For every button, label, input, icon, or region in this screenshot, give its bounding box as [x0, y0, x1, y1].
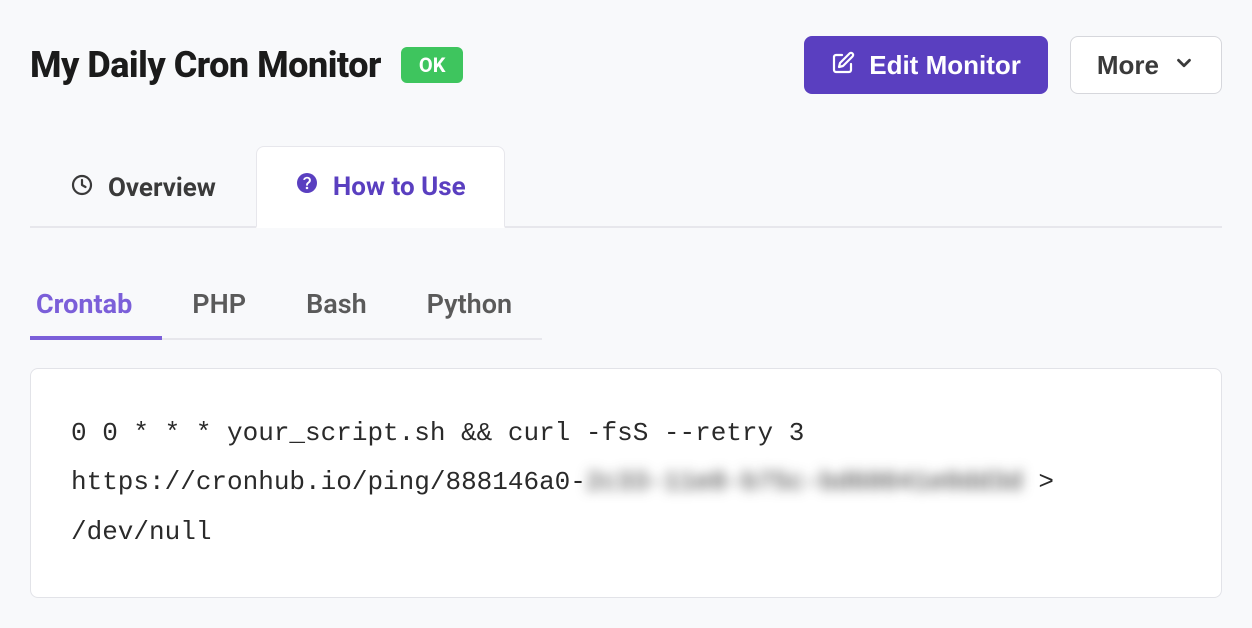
more-button[interactable]: More [1070, 36, 1222, 94]
title-group: My Daily Cron Monitor OK [30, 44, 463, 86]
tab-how-to-use[interactable]: How to Use [256, 146, 505, 228]
header-row: My Daily Cron Monitor OK Edit Monitor Mo… [30, 36, 1222, 94]
edit-monitor-button[interactable]: Edit Monitor [804, 36, 1048, 94]
tab-overview[interactable]: Overview [30, 146, 256, 228]
question-circle-icon [295, 171, 319, 202]
clock-icon [70, 173, 94, 204]
tab-overview-label: Overview [108, 173, 216, 203]
subtab-bash[interactable]: Bash [276, 288, 397, 338]
edit-icon [831, 51, 855, 79]
edit-monitor-label: Edit Monitor [869, 52, 1021, 78]
page-title: My Daily Cron Monitor [30, 44, 381, 86]
more-label: More [1097, 52, 1159, 78]
header-actions: Edit Monitor More [804, 36, 1222, 94]
code-snippet[interactable]: 0 0 * * * your_script.sh && curl -fsS --… [30, 368, 1222, 598]
subtab-python[interactable]: Python [397, 288, 542, 338]
tab-how-to-use-label: How to Use [333, 172, 466, 202]
code-redacted: 2c33-11e8-b75c-bd60041e0dd3d [586, 467, 1023, 497]
sub-tabs: Crontab PHP Bash Python [30, 288, 542, 340]
primary-tabs: Overview How to Use [30, 144, 1222, 228]
subtab-php[interactable]: PHP [162, 288, 276, 338]
subtab-crontab[interactable]: Crontab [30, 288, 162, 338]
status-badge: OK [401, 47, 464, 83]
chevron-down-icon [1173, 52, 1195, 78]
